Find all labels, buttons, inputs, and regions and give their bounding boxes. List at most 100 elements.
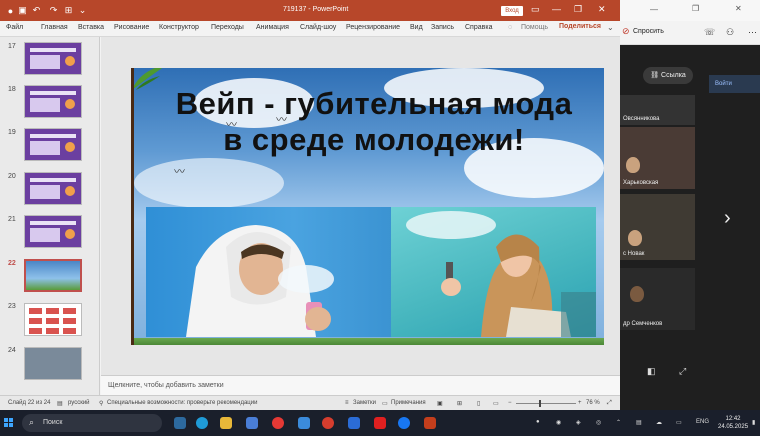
- fit-slide-icon[interactable]: ⤢: [607, 400, 612, 407]
- login-button[interactable]: Вход: [501, 6, 523, 16]
- spellcheck-icon[interactable]: ▤: [57, 400, 63, 407]
- participant-tile[interactable]: Харьковская: [620, 127, 695, 189]
- powerpoint-icon[interactable]: [424, 417, 436, 429]
- slide-title[interactable]: Вейп - губительная мода в среде молодежи…: [174, 86, 574, 158]
- tab-record[interactable]: Запись: [431, 24, 454, 31]
- task-view-icon[interactable]: [174, 417, 186, 429]
- slide-thumbnails-panel: 17 18 19 20 21 22 23 24: [0, 37, 100, 395]
- normal-view-icon[interactable]: ▣: [437, 400, 443, 407]
- fullscreen-icon[interactable]: ⤢: [679, 366, 686, 377]
- undo-icon[interactable]: ↶: [30, 4, 43, 17]
- tab-help[interactable]: Справка: [465, 24, 492, 31]
- link-button[interactable]: ⛓ Ссылка: [643, 67, 693, 84]
- tray-chat-icon[interactable]: ▤: [636, 419, 642, 426]
- vaping-boy-photo: [146, 207, 392, 337]
- tray-yandex-icon[interactable]: ◉: [556, 419, 561, 426]
- zoom-out-icon[interactable]: −: [508, 400, 512, 406]
- tray-app-icon[interactable]: ●: [536, 419, 540, 425]
- redo-icon[interactable]: ↷: [47, 4, 60, 17]
- tab-home[interactable]: Главная: [41, 24, 68, 31]
- taskbar: ⌕ Поиск ● ◉ ◈ ◎ ⌃ ▤ ☁ ▭ ENG 12:42 24.05.…: [0, 410, 760, 436]
- zoom-level[interactable]: 76 %: [586, 400, 600, 406]
- tab-slideshow[interactable]: Слайд-шоу: [300, 24, 336, 31]
- slide-thumbnail[interactable]: [24, 303, 82, 336]
- start-menu-icon[interactable]: [4, 418, 14, 428]
- share-button[interactable]: Поделиться: [559, 23, 601, 30]
- slide-thumbnail[interactable]: [24, 215, 82, 248]
- facebook-icon[interactable]: [398, 417, 410, 429]
- ask-button[interactable]: Спросить: [633, 28, 664, 35]
- tab-file[interactable]: Файл: [6, 24, 23, 31]
- word-icon[interactable]: [348, 417, 360, 429]
- zoom-slider-thumb[interactable]: [539, 400, 541, 407]
- tab-draw[interactable]: Рисование: [114, 24, 149, 31]
- app-icon[interactable]: [298, 417, 310, 429]
- current-slide[interactable]: 〰 〰 〰 Вейп - губительная мода в среде мо…: [131, 68, 604, 345]
- accessibility-status[interactable]: Специальные возможности: проверьте реком…: [107, 400, 257, 406]
- chat-icon[interactable]: ☏: [704, 27, 715, 38]
- tab-insert[interactable]: Вставка: [78, 24, 104, 31]
- clock-time: 12:42: [725, 416, 741, 422]
- ribbon-expand-icon[interactable]: ⌄: [607, 23, 614, 32]
- help-search[interactable]: Помощь: [521, 24, 548, 31]
- tray-display-icon[interactable]: ▭: [676, 419, 682, 426]
- tab-view[interactable]: Вид: [410, 24, 423, 31]
- yandex-icon[interactable]: [272, 417, 284, 429]
- reading-view-icon[interactable]: ▯: [477, 400, 480, 407]
- tray-gpu-icon[interactable]: ◈: [576, 419, 581, 426]
- slide-counter: Слайд 22 из 24: [8, 400, 51, 406]
- title-bar: ● ▣ ↶ ↷ ⊞ ⌄ 719137 - PowerPoint Вход ▭ —…: [0, 0, 620, 21]
- notes-button[interactable]: Заметки: [353, 400, 376, 406]
- language-status[interactable]: русский: [68, 400, 90, 406]
- tray-sync-icon[interactable]: ◎: [596, 419, 601, 426]
- store-icon[interactable]: [246, 417, 258, 429]
- taskbar-search[interactable]: ⌕ Поиск: [22, 414, 162, 432]
- input-language[interactable]: ENG: [696, 419, 709, 425]
- tab-review[interactable]: Рецензирование: [346, 24, 400, 31]
- close-icon[interactable]: ✕: [735, 4, 742, 13]
- participant-tile[interactable]: др Семченков: [620, 268, 695, 330]
- slide-thumbnail[interactable]: [24, 128, 82, 161]
- maximize-icon[interactable]: ❐: [692, 4, 699, 13]
- slide-thumbnail[interactable]: [24, 85, 82, 118]
- zoom-in-icon[interactable]: +: [578, 400, 582, 406]
- slide-thumbnail[interactable]: [24, 172, 82, 205]
- save-icon[interactable]: ▣: [16, 4, 29, 17]
- customize-icon[interactable]: ⌄: [76, 4, 89, 17]
- tab-transitions[interactable]: Переходы: [211, 24, 244, 31]
- edge-icon[interactable]: [196, 417, 208, 429]
- comments-button[interactable]: Примечания: [391, 400, 426, 406]
- zoom-slider[interactable]: [516, 403, 576, 404]
- ribbon-options-icon[interactable]: ▭: [531, 4, 540, 15]
- close-icon[interactable]: ✕: [598, 4, 606, 15]
- layout-icon[interactable]: ◧: [647, 366, 656, 377]
- slideshow-icon[interactable]: ⊞: [62, 4, 75, 17]
- explorer-icon[interactable]: [220, 417, 232, 429]
- minimize-icon[interactable]: —: [552, 4, 561, 14]
- tray-cloud-icon[interactable]: ☁: [656, 419, 662, 426]
- tray-up-icon[interactable]: ⌃: [616, 419, 621, 426]
- system-clock[interactable]: 12:42 24.05.2025: [718, 415, 748, 431]
- minimize-icon[interactable]: —: [650, 5, 658, 14]
- slide-thumbnail-current[interactable]: [24, 259, 82, 292]
- slide-number: 24: [8, 347, 16, 354]
- participant-tile[interactable]: Овсянникова: [620, 95, 695, 125]
- people-icon[interactable]: ⚇: [726, 27, 734, 38]
- tab-design[interactable]: Конструктор: [159, 24, 199, 31]
- slide-thumbnail[interactable]: [24, 347, 82, 380]
- document-title: 719137 - PowerPoint: [283, 6, 349, 13]
- tab-animation[interactable]: Анимация: [256, 24, 289, 31]
- notification-icon[interactable]: ▮: [752, 419, 755, 426]
- clock-date: 24.05.2025: [718, 424, 749, 430]
- slide-thumbnail[interactable]: [24, 42, 82, 75]
- more-icon[interactable]: ⋯: [748, 27, 757, 38]
- participant-name: др Семченков: [623, 321, 663, 327]
- maximize-icon[interactable]: ❐: [574, 4, 582, 15]
- opera-icon[interactable]: [322, 417, 334, 429]
- slideshow-view-icon[interactable]: ▭: [493, 400, 499, 407]
- next-page-icon[interactable]: ›: [724, 207, 731, 230]
- sorter-view-icon[interactable]: ⊞: [457, 400, 462, 407]
- participant-tile[interactable]: с Новак: [620, 194, 695, 260]
- notes-pane[interactable]: Щелкните, чтобы добавить заметки: [101, 375, 620, 395]
- video-icon[interactable]: [374, 417, 386, 429]
